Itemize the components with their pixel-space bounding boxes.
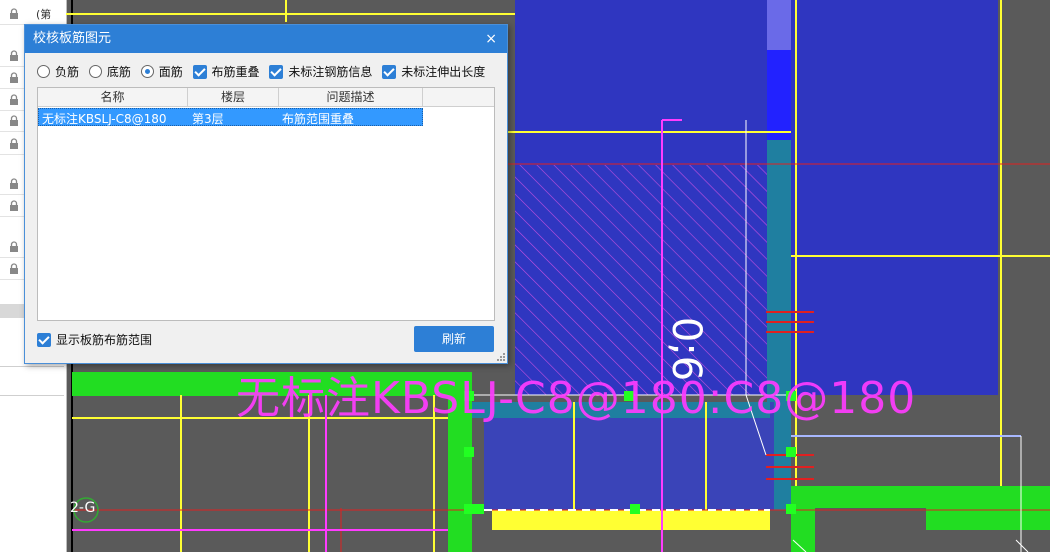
- checkbox-checked-icon[interactable]: [382, 64, 397, 79]
- axis-label: 2-G: [70, 500, 96, 516]
- lock-icon[interactable]: [8, 178, 20, 190]
- checkbox-checked-icon[interactable]: [192, 64, 207, 79]
- results-table: 名称 楼层 问题描述 无标注KBSLJ-C8@180 第3层 布筋范围重叠: [37, 87, 495, 321]
- check-options: 负筋 底筋 面筋 布筋重叠 未标注钢筋信息 未标注伸出长度: [37, 63, 491, 81]
- hatched-overlap-region: [515, 165, 767, 395]
- resize-grip-icon[interactable]: [497, 353, 505, 361]
- panel-row[interactable]: (第: [0, 4, 64, 25]
- column-header-name[interactable]: 名称: [38, 88, 188, 106]
- lock-icon[interactable]: [8, 138, 20, 150]
- lock-icon[interactable]: [8, 263, 20, 275]
- checkbox-checked-icon[interactable]: [37, 332, 51, 347]
- slab-strip-light: [767, 0, 791, 50]
- dialog-title: 校核板筋图元: [33, 31, 112, 46]
- table-row[interactable]: 无标注KBSLJ-C8@180 第3层 布筋范围重叠: [38, 108, 423, 126]
- lock-icon[interactable]: [8, 8, 20, 20]
- check-slab-rebar-dialog: 校核板筋图元 × 负筋 底筋 面筋 布筋重叠 未标注钢筋信息 未标注伸出长度 名…: [24, 24, 508, 364]
- cell-floor: 第3层: [192, 112, 224, 126]
- checkbox-show-range[interactable]: 显示板筋布筋范围: [37, 331, 152, 348]
- table-header: 名称 楼层 问题描述: [38, 88, 494, 107]
- beam: [926, 508, 1050, 530]
- radio-selected-icon[interactable]: [140, 65, 154, 78]
- panel-row-text: (第: [36, 8, 52, 21]
- cell-name: 无标注KBSLJ-C8@180: [42, 112, 167, 126]
- radio-negative-rebar[interactable]: 负筋: [37, 63, 79, 80]
- lock-icon[interactable]: [8, 115, 20, 127]
- checkbox-unlabeled-info[interactable]: 未标注钢筋信息: [269, 63, 372, 80]
- radio-icon[interactable]: [88, 65, 102, 78]
- close-icon[interactable]: ×: [485, 25, 497, 53]
- grip-point: [786, 504, 796, 514]
- checkbox-overlap[interactable]: 布筋重叠: [192, 63, 260, 80]
- grip-point: [464, 504, 484, 514]
- checkbox-unlabeled-extension[interactable]: 未标注伸出长度: [382, 63, 485, 80]
- radio-top-rebar[interactable]: 面筋: [140, 63, 183, 80]
- beam: [448, 520, 468, 552]
- column-header-issue[interactable]: 问题描述: [279, 88, 423, 106]
- lock-icon[interactable]: [8, 72, 20, 84]
- rebar-annotation-label[interactable]: 无标注KBSLJ-C8@180:C8@180: [236, 362, 916, 426]
- grip-point: [464, 447, 474, 457]
- cell-issue: 布筋范围重叠: [282, 112, 355, 126]
- beam: [791, 508, 815, 552]
- panel-row: [0, 366, 64, 396]
- grip-point: [786, 447, 796, 457]
- radio-bottom-rebar[interactable]: 底筋: [88, 63, 131, 80]
- beam: [791, 486, 1050, 508]
- lock-icon[interactable]: [8, 50, 20, 62]
- slab-region-right: [791, 0, 998, 395]
- lock-icon[interactable]: [8, 94, 20, 106]
- lock-icon[interactable]: [8, 200, 20, 212]
- dialog-title-bar[interactable]: 校核板筋图元 ×: [25, 25, 507, 53]
- checkbox-checked-icon[interactable]: [269, 64, 284, 79]
- refresh-button[interactable]: 刷新: [414, 326, 494, 352]
- grip-point: [630, 504, 640, 514]
- radio-icon[interactable]: [37, 65, 50, 78]
- lock-icon[interactable]: [8, 241, 20, 253]
- outline-line: [1015, 539, 1029, 552]
- column-header-floor[interactable]: 楼层: [188, 88, 279, 106]
